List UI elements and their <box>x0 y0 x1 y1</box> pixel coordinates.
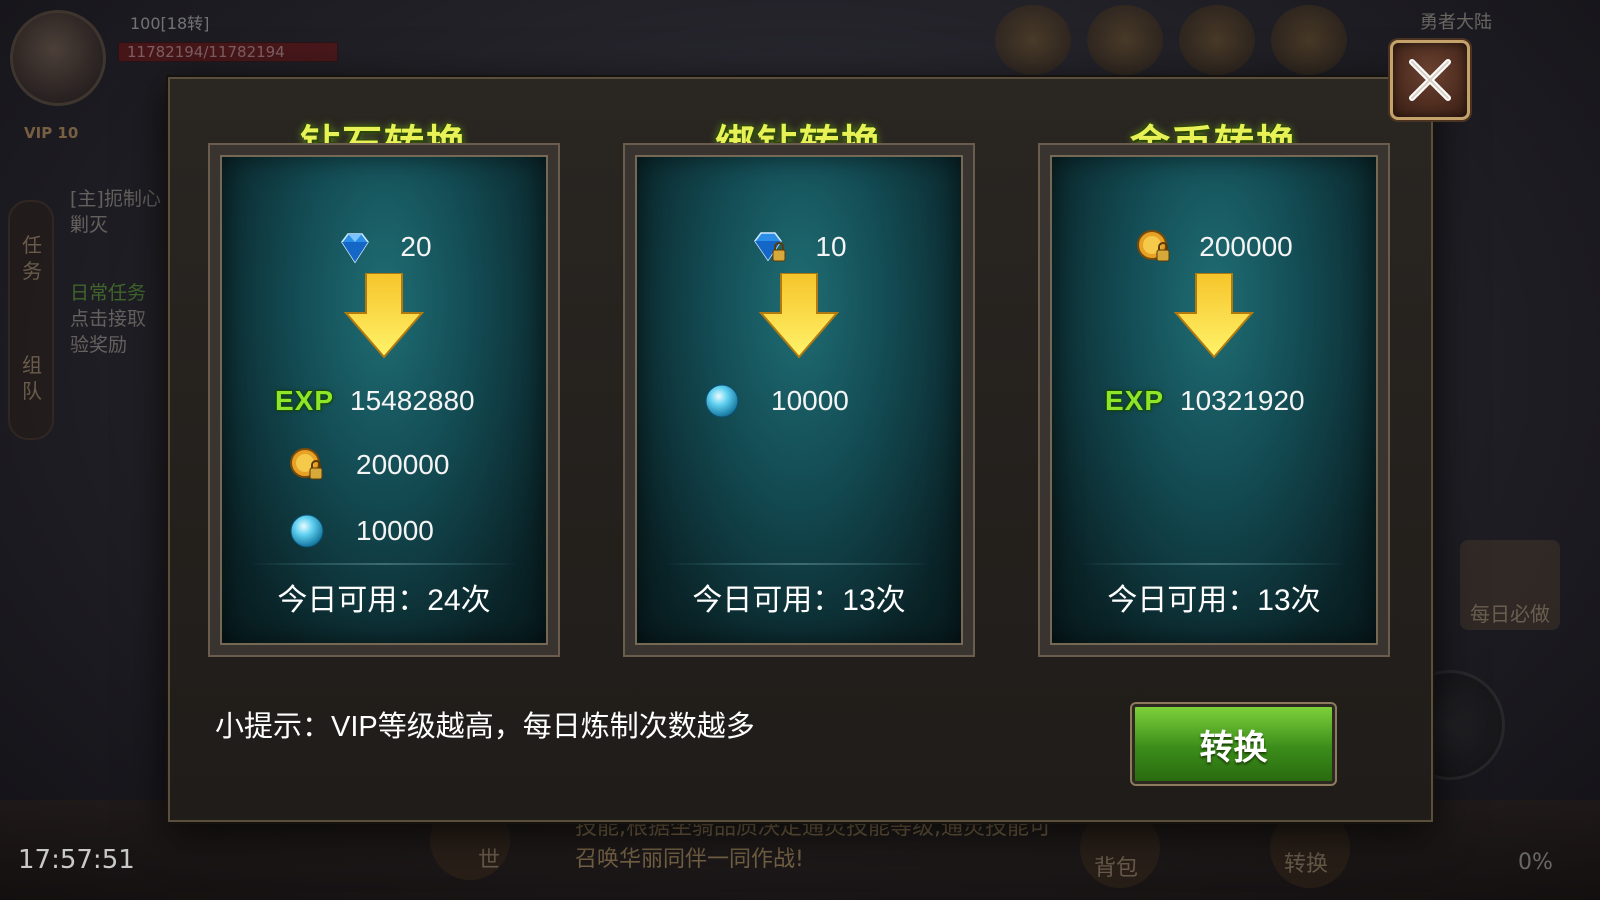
clock: 17:57:51 <box>18 845 135 875</box>
cost-value: 20 <box>400 231 432 262</box>
convert-menu-label: 转换 <box>1284 852 1329 877</box>
tip-text: 小提示：VIP等级越高，每日炼制次数越多 <box>215 711 755 743</box>
daily-label: 每日必做 <box>1470 602 1550 626</box>
reward-value: 10000 <box>771 385 849 416</box>
cost-row: 200000 <box>1050 227 1378 267</box>
reward-value: 200000 <box>356 449 450 480</box>
daily-usage: 今日可用：24次 <box>277 584 491 617</box>
bound-diamond-exchange-card[interactable]: 10 10000 今日可用：13次 <box>623 143 975 657</box>
reward-value: 10321920 <box>1180 385 1305 416</box>
quest-line: 剿灭 <box>70 214 109 236</box>
bag-label: 背包 <box>1094 856 1139 881</box>
card-divider <box>665 563 933 565</box>
cost-value: 10 <box>815 231 847 262</box>
event-icon[interactable] <box>995 5 1071 75</box>
arrow-down-icon <box>759 273 839 359</box>
cost-row: 10 <box>635 227 963 267</box>
reward-row: EXP 15482880 <box>220 381 548 421</box>
map-name: 勇者大陆 <box>1420 12 1492 33</box>
top-menu-icons[interactable] <box>995 5 1365 85</box>
progress-percent: 0% <box>1518 850 1553 875</box>
player-hp-bar: 11782194/11782194 <box>118 42 338 62</box>
reward-row: 10000 <box>635 381 963 421</box>
reward-row: 200000 <box>220 445 548 485</box>
diamond-exchange-card[interactable]: 20 EXP 15482880 200000 10000 今日可用：24次 <box>208 143 560 657</box>
player-level: 100[18转] <box>130 14 210 33</box>
cost-row: 20 <box>220 227 548 267</box>
quest-line: 验奖励 <box>70 334 128 356</box>
convert-button[interactable]: 转换 <box>1130 702 1337 786</box>
bound-gold-coin-icon <box>1135 228 1173 266</box>
welfare-icon[interactable] <box>1087 5 1163 75</box>
world-label: 世 <box>478 848 501 873</box>
arrow-down-icon <box>344 273 424 359</box>
close-icon <box>1409 59 1451 101</box>
reward-row: EXP 10321920 <box>1050 381 1378 421</box>
close-button[interactable] <box>1390 40 1470 120</box>
exp-label: EXP <box>1105 385 1165 416</box>
reward-row: 10000 <box>220 511 548 551</box>
card-divider <box>250 563 518 565</box>
vip-badge[interactable]: VIP 10 <box>24 124 78 142</box>
quest-tracker[interactable]: [主]扼制心 剿灭 <box>70 186 161 238</box>
diamond-icon <box>336 228 374 266</box>
exp-label: EXP <box>275 385 335 416</box>
daily-usage: 今日可用：13次 <box>1107 584 1321 617</box>
reward-value: 10000 <box>356 515 434 546</box>
quest-line: 点击接取 <box>70 308 147 330</box>
bound-diamond-icon <box>751 228 789 266</box>
daily-usage: 今日可用：13次 <box>692 584 906 617</box>
bound-gold-coin-icon <box>288 446 326 484</box>
quest-line: 日常任务 <box>70 282 147 304</box>
function-icon[interactable] <box>1271 5 1347 75</box>
side-tab-panel[interactable]: 任务 组队 <box>8 200 54 440</box>
side-tab-task[interactable]: 任务 <box>22 232 44 284</box>
reward-value: 15482880 <box>350 385 475 416</box>
side-tab-team[interactable]: 组队 <box>22 352 44 404</box>
quest-line: [主]扼制心 <box>70 188 161 210</box>
blue-orb-icon <box>288 512 326 550</box>
card-divider <box>1080 563 1348 565</box>
gold-exchange-card[interactable]: 200000 EXP 10321920 今日可用：13次 <box>1038 143 1390 657</box>
cost-value: 200000 <box>1199 231 1293 262</box>
daily-must-do-button[interactable]: 每日必做 <box>1460 540 1560 630</box>
blue-orb-icon <box>703 382 741 420</box>
daily-quest-tracker[interactable]: 日常任务 点击接取 验奖励 <box>70 280 146 358</box>
player-avatar[interactable] <box>10 10 106 106</box>
first-recharge-icon[interactable] <box>1179 5 1255 75</box>
arrow-down-icon <box>1174 273 1254 359</box>
